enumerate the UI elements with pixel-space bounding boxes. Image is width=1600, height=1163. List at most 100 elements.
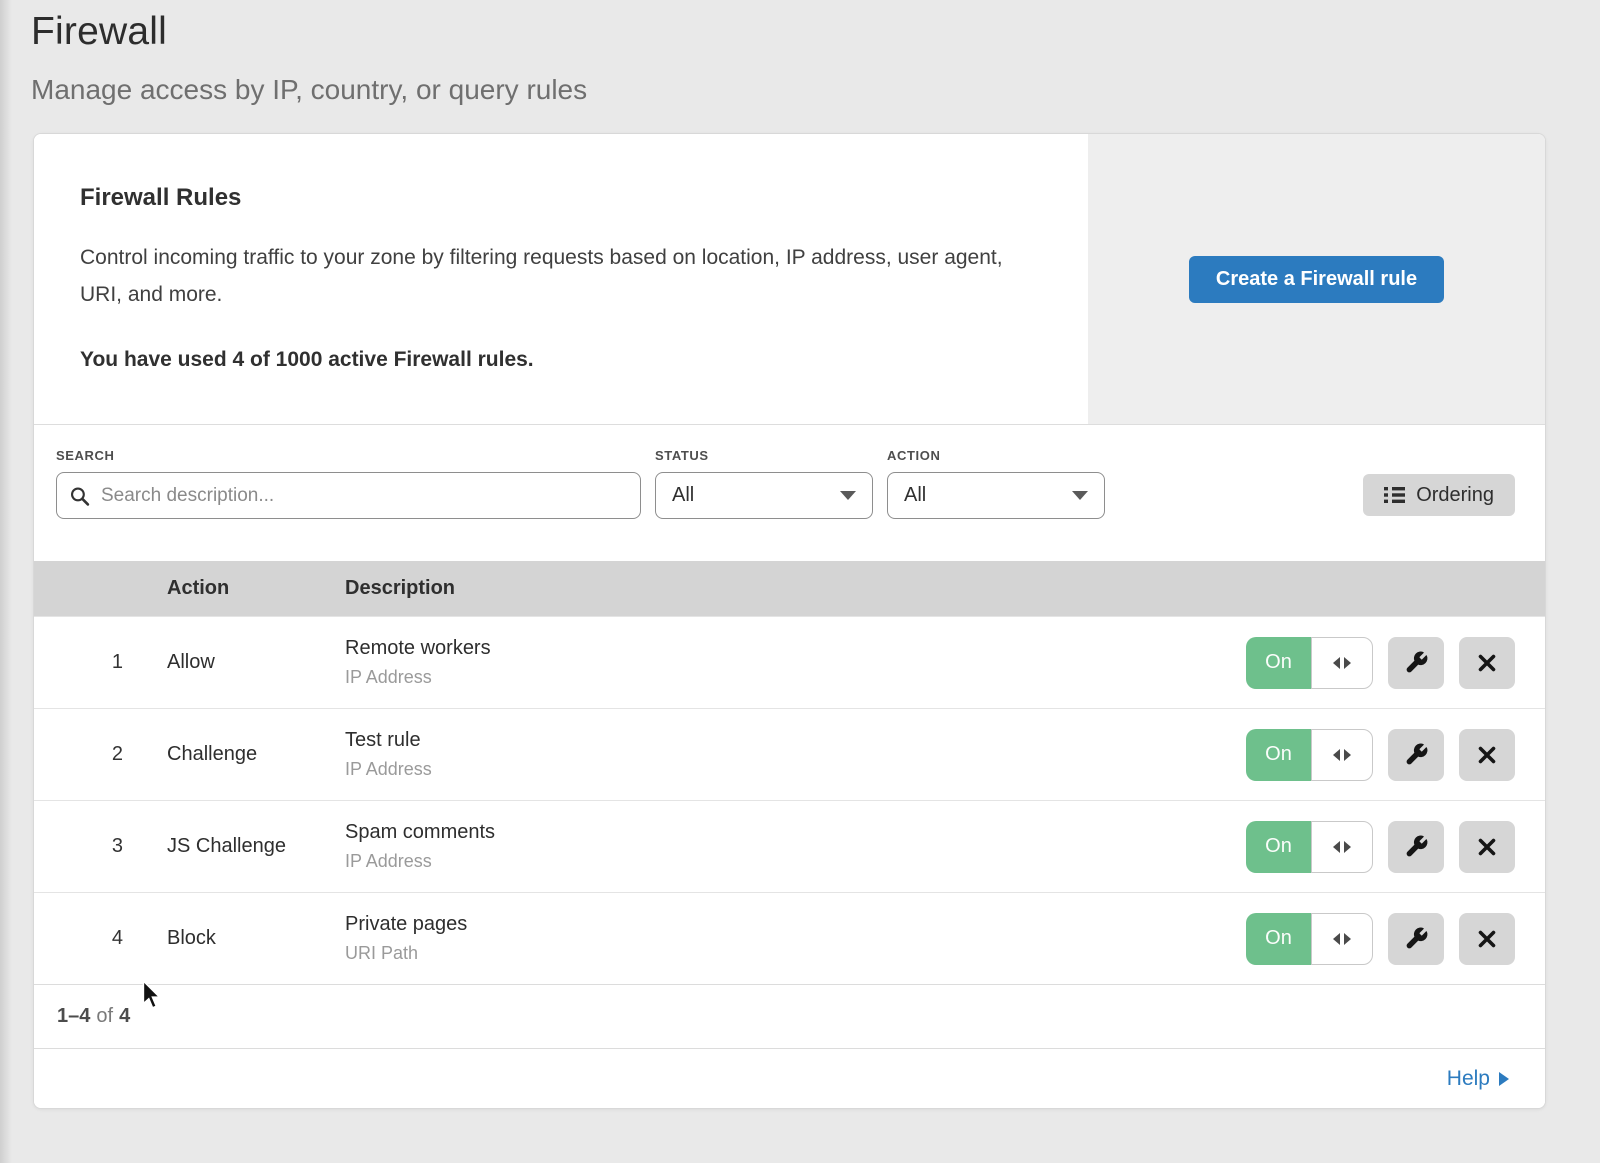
search-label: SEARCH <box>56 448 641 463</box>
rule-match-type: URI Path <box>345 943 1246 964</box>
rules-table-body: 1 Allow Remote workers IP Address On <box>34 616 1545 984</box>
action-label: ACTION <box>887 448 1105 463</box>
arrow-right-icon <box>1344 657 1351 669</box>
rules-table: Action Description 1 Allow Remote worker… <box>34 561 1545 1108</box>
help-link-label: Help <box>1447 1067 1490 1091</box>
card-intro-section: Firewall Rules Control incoming traffic … <box>34 134 1545 425</box>
rule-action: Allow <box>167 651 345 674</box>
rule-description-cell: Private pages URI Path <box>345 913 1246 964</box>
rule-description: Test rule <box>345 729 1246 752</box>
rule-action: Block <box>167 927 345 950</box>
rule-description-cell: Test rule IP Address <box>345 729 1246 780</box>
pagination-row: 1–4 of 4 <box>34 984 1545 1048</box>
page-header: Firewall Manage access by IP, country, o… <box>0 0 1600 106</box>
arrow-right-icon <box>1344 749 1351 761</box>
action-filter-group: ACTION All <box>887 448 1105 519</box>
search-input[interactable] <box>56 472 641 519</box>
search-icon <box>69 485 90 506</box>
arrow-right-icon <box>1499 1072 1509 1086</box>
toggle-on-label: On <box>1246 913 1311 965</box>
pagination-range: 1–4 <box>57 1005 90 1028</box>
rule-match-type: IP Address <box>345 667 1246 688</box>
arrow-left-icon <box>1333 749 1340 761</box>
filters-bar: SEARCH STATUS All ACTION All <box>34 425 1545 561</box>
help-row: Help <box>34 1048 1545 1108</box>
rule-enabled-toggle[interactable]: On <box>1246 913 1373 965</box>
close-icon <box>1476 652 1498 674</box>
wrench-icon <box>1404 926 1429 951</box>
rule-controls: On <box>1246 913 1545 965</box>
status-select[interactable]: All <box>655 472 873 519</box>
search-field <box>56 472 641 519</box>
screen-left-edge <box>0 0 12 1163</box>
caret-down-icon <box>840 491 856 500</box>
wrench-icon <box>1404 742 1429 767</box>
toggle-knob[interactable] <box>1311 637 1373 689</box>
rule-row: 1 Allow Remote workers IP Address On <box>34 616 1545 708</box>
create-rule-panel: Create a Firewall rule <box>1088 134 1545 424</box>
rule-priority: 2 <box>34 743 167 766</box>
edit-rule-button[interactable] <box>1388 821 1444 873</box>
wrench-icon <box>1404 834 1429 859</box>
toggle-on-label: On <box>1246 729 1311 781</box>
rule-description-cell: Spam comments IP Address <box>345 821 1246 872</box>
pagination-total: 4 <box>119 1005 130 1028</box>
arrow-right-icon <box>1344 933 1351 945</box>
toggle-on-label: On <box>1246 821 1311 873</box>
arrow-left-icon <box>1333 933 1340 945</box>
edit-rule-button[interactable] <box>1388 637 1444 689</box>
toggle-on-label: On <box>1246 637 1311 689</box>
delete-rule-button[interactable] <box>1459 821 1515 873</box>
card-description: Control incoming traffic to your zone by… <box>80 239 1030 313</box>
rule-description: Remote workers <box>345 637 1246 660</box>
rule-row: 3 JS Challenge Spam comments IP Address … <box>34 800 1545 892</box>
card-intro-text: Firewall Rules Control incoming traffic … <box>34 134 1088 424</box>
rule-description: Spam comments <box>345 821 1246 844</box>
column-header-action: Action <box>167 577 345 600</box>
ordering-button[interactable]: Ordering <box>1363 474 1515 516</box>
close-icon <box>1476 928 1498 950</box>
help-link[interactable]: Help <box>1447 1067 1509 1091</box>
rule-priority: 4 <box>34 927 167 950</box>
action-select[interactable]: All <box>887 472 1105 519</box>
usage-summary: You have used 4 of 1000 active Firewall … <box>80 348 1048 372</box>
page-subtitle: Manage access by IP, country, or query r… <box>31 74 1600 106</box>
search-filter-group: SEARCH <box>56 448 641 519</box>
rule-controls: On <box>1246 821 1545 873</box>
firewall-rules-card: Firewall Rules Control incoming traffic … <box>33 133 1546 1109</box>
delete-rule-button[interactable] <box>1459 637 1515 689</box>
rule-enabled-toggle[interactable]: On <box>1246 821 1373 873</box>
edit-rule-button[interactable] <box>1388 913 1444 965</box>
toggle-knob[interactable] <box>1311 821 1373 873</box>
column-header-description: Description <box>345 577 1545 600</box>
card-heading: Firewall Rules <box>80 184 1048 212</box>
create-firewall-rule-button[interactable]: Create a Firewall rule <box>1189 256 1444 303</box>
close-icon <box>1476 836 1498 858</box>
caret-down-icon <box>1072 491 1088 500</box>
status-filter-group: STATUS All <box>655 448 873 519</box>
arrow-right-icon <box>1344 841 1351 853</box>
table-header-row: Action Description <box>34 561 1545 616</box>
rule-enabled-toggle[interactable]: On <box>1246 637 1373 689</box>
rule-priority: 3 <box>34 835 167 858</box>
rule-controls: On <box>1246 729 1545 781</box>
rule-row: 2 Challenge Test rule IP Address On <box>34 708 1545 800</box>
toggle-knob[interactable] <box>1311 729 1373 781</box>
edit-rule-button[interactable] <box>1388 729 1444 781</box>
rule-row: 4 Block Private pages URI Path On <box>34 892 1545 984</box>
delete-rule-button[interactable] <box>1459 913 1515 965</box>
rule-match-type: IP Address <box>345 759 1246 780</box>
close-icon <box>1476 744 1498 766</box>
pagination-of: of <box>96 1005 113 1028</box>
rule-action: Challenge <box>167 743 345 766</box>
list-icon <box>1384 486 1405 504</box>
rule-enabled-toggle[interactable]: On <box>1246 729 1373 781</box>
delete-rule-button[interactable] <box>1459 729 1515 781</box>
rule-controls: On <box>1246 637 1545 689</box>
ordering-button-label: Ordering <box>1416 484 1494 507</box>
rule-match-type: IP Address <box>345 851 1246 872</box>
page-title: Firewall <box>31 10 1600 54</box>
status-label: STATUS <box>655 448 873 463</box>
rule-description: Private pages <box>345 913 1246 936</box>
toggle-knob[interactable] <box>1311 913 1373 965</box>
